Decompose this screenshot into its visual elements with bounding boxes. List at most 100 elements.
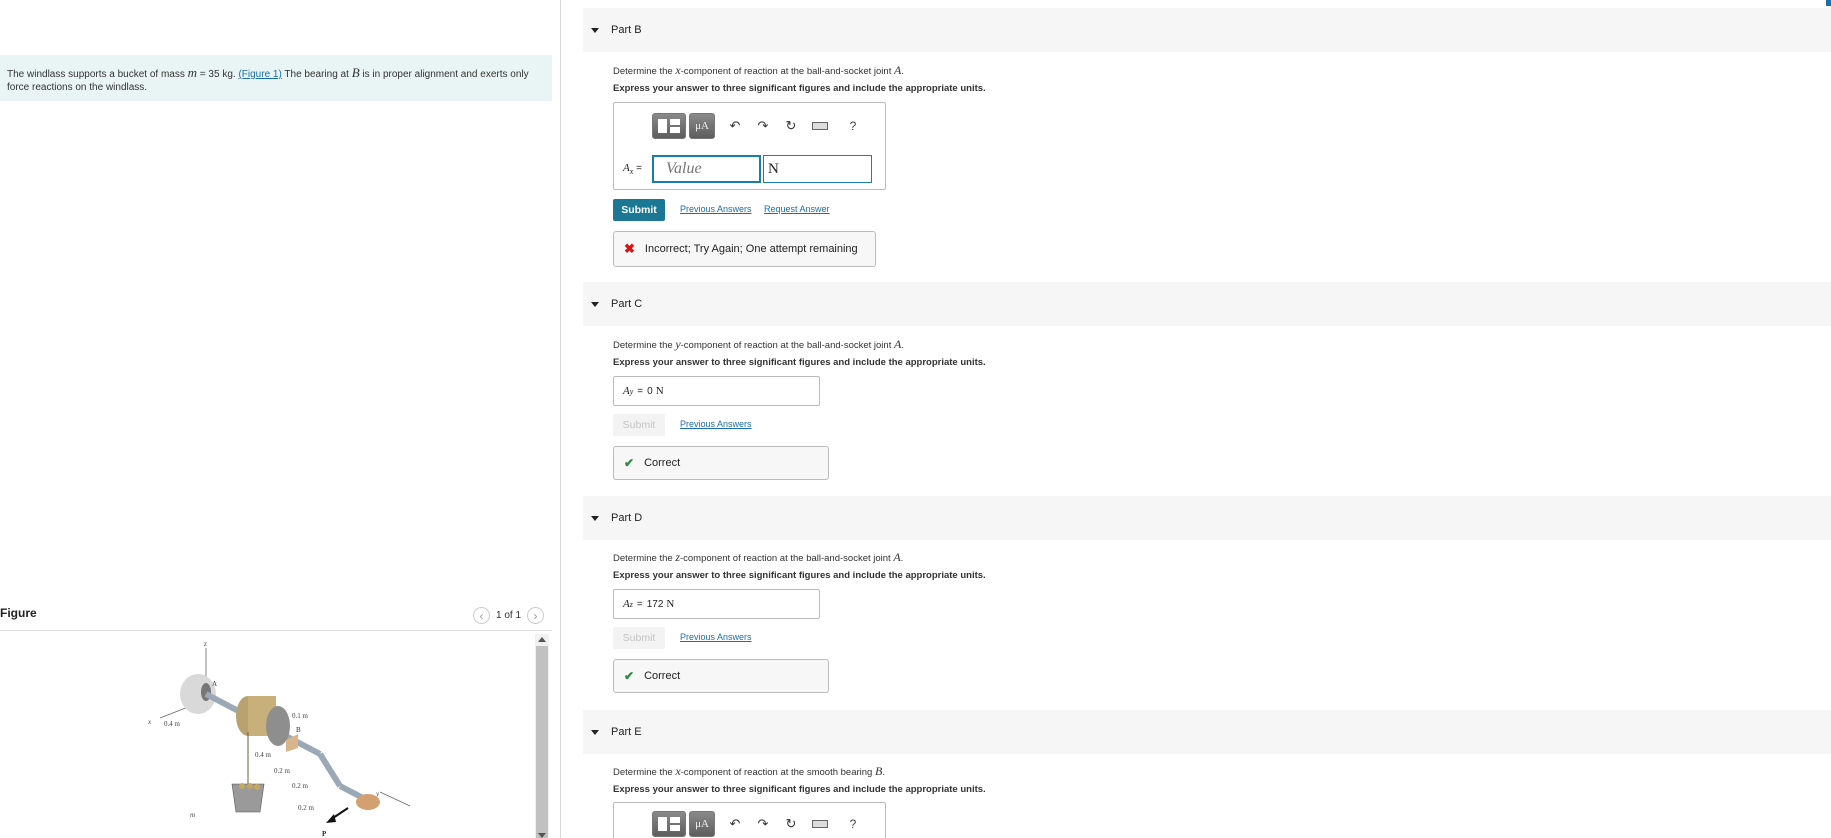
problem-text-2: The bearing at	[281, 69, 352, 80]
question-text: Determine the	[613, 340, 676, 351]
part-c-submit-button: Submit	[613, 414, 665, 436]
figure-link[interactable]: (Figure 1)	[238, 69, 281, 80]
bucket-content	[247, 783, 253, 789]
point-symbol: A	[893, 550, 901, 564]
part-b-submit-button[interactable]: Submit	[613, 199, 665, 221]
answer-value: 0	[647, 385, 653, 397]
part-b-question: Determine the x-component of reaction at…	[613, 63, 904, 78]
keyboard-icon[interactable]	[812, 820, 828, 828]
feedback-text: Correct	[644, 670, 681, 682]
redo-icon[interactable]: ↷	[752, 816, 774, 832]
pager-count: 1 of 1	[496, 610, 522, 621]
collapse-triangle-icon[interactable]	[591, 515, 599, 521]
dim-0.2m-b: 0.2 m	[292, 782, 309, 790]
dim-0.2m-c: 0.2 m	[298, 804, 315, 812]
part-b-header[interactable]: Part B	[583, 8, 1831, 52]
label-m: m	[190, 811, 195, 819]
part-c-header[interactable]: Part C	[583, 282, 1831, 326]
answer-value: 172	[646, 598, 664, 610]
keyboard-icon[interactable]	[812, 122, 828, 130]
help-button[interactable]: ?	[842, 817, 864, 831]
part-d-submit-button: Submit	[613, 627, 665, 649]
part-e-header[interactable]: Part E	[583, 710, 1831, 754]
question-text: .	[901, 66, 904, 77]
scroll-thumb[interactable]	[536, 646, 548, 838]
reset-icon[interactable]: ↻	[780, 118, 802, 134]
collapse-triangle-icon[interactable]	[591, 729, 599, 735]
math-toolbar: μA ↶ ↷ ↻ ?	[652, 113, 864, 139]
request-answer-link[interactable]: Request Answer	[764, 204, 830, 214]
question-text: .	[901, 340, 904, 351]
y-axis	[379, 791, 411, 807]
part-d-header[interactable]: Part D	[583, 496, 1831, 540]
incorrect-icon: ✖	[624, 241, 635, 256]
collapse-triangle-icon[interactable]	[591, 301, 599, 307]
collapse-triangle-icon[interactable]	[591, 27, 599, 33]
value-input[interactable]	[652, 155, 761, 183]
scroll-down-icon[interactable]	[538, 833, 546, 838]
problem-panel: The windlass supports a bucket of mass m…	[0, 0, 561, 838]
part-d-feedback: ✔ Correct	[613, 659, 829, 693]
dim-0.4m-a: 0.4 m	[164, 720, 181, 728]
undo-icon[interactable]: ↶	[724, 118, 746, 134]
bucket-content	[239, 783, 245, 789]
label-A: A	[212, 680, 217, 688]
var-subscript: z	[629, 599, 633, 609]
equals-sign: =	[637, 385, 644, 397]
var-symbol: A	[623, 598, 630, 610]
unit-input[interactable]	[763, 155, 872, 183]
var-subscript: y	[629, 386, 634, 396]
answer-variable: Ax =	[623, 162, 642, 176]
part-c-instruction: Express your answer to three significant…	[613, 357, 986, 368]
mu-a-button[interactable]: μA	[689, 113, 715, 139]
parts-panel: Part B Determine the x-component of reac…	[562, 0, 1831, 838]
part-b-feedback: ✖ Incorrect; Try Again; One attempt rema…	[613, 231, 876, 267]
dim-0.2m-a: 0.2 m	[274, 767, 291, 775]
x-axis-label: x	[147, 718, 152, 726]
part-e-title: Part E	[611, 726, 642, 738]
crank-arm	[317, 752, 343, 788]
question-text: Determine the	[613, 553, 676, 564]
part-d-instruction: Express your answer to three significant…	[613, 570, 986, 581]
part-b-title: Part B	[611, 24, 642, 36]
feedback-text: Incorrect; Try Again; One attempt remain…	[644, 243, 858, 255]
answer-unit: N	[655, 385, 664, 397]
z-axis-label: z	[203, 640, 207, 648]
part-c-feedback: ✔ Correct	[613, 446, 829, 480]
problem-statement: The windlass supports a bucket of mass m…	[0, 55, 552, 101]
chevron-left-icon[interactable]: ‹	[473, 607, 490, 624]
mass-value: = 35 kg.	[197, 69, 239, 80]
label-P: P	[322, 830, 327, 838]
label-B: B	[296, 726, 301, 734]
check-icon: ✔	[624, 669, 635, 683]
var-symbol: A	[623, 385, 630, 397]
redo-icon[interactable]: ↷	[752, 118, 774, 134]
part-d-title: Part D	[611, 512, 643, 524]
undo-icon[interactable]: ↶	[724, 816, 746, 832]
question-text: -component of reaction at the smooth bea…	[680, 767, 875, 778]
scroll-up-icon[interactable]	[538, 637, 546, 642]
dim-0.4m-b: 0.4 m	[255, 751, 272, 759]
reset-icon[interactable]: ↻	[780, 816, 802, 832]
part-e-instruction: Express your answer to three significant…	[613, 784, 986, 795]
previous-answers-link[interactable]: Previous Answers	[680, 632, 752, 642]
previous-answers-link[interactable]: Previous Answers	[680, 419, 752, 429]
template-icon[interactable]	[652, 811, 686, 837]
part-c-answer: Ay = 0 N	[613, 376, 820, 406]
question-text: -component of reaction at the ball-and-s…	[680, 66, 894, 77]
answer-unit: N	[666, 598, 675, 610]
dim-0.1m: 0.1 m	[292, 712, 309, 720]
mass-symbol: m	[187, 65, 198, 80]
part-b-instruction: Express your answer to three significant…	[613, 83, 986, 94]
question-text: Determine the	[613, 66, 676, 77]
math-toolbar: μA ↶ ↷ ↻ ?	[652, 811, 864, 837]
chevron-right-icon[interactable]: ›	[527, 607, 545, 624]
help-button[interactable]: ?	[842, 119, 864, 133]
template-icon[interactable]	[652, 113, 686, 139]
figure-scrollbar[interactable]	[535, 634, 549, 838]
question-text: -component of reaction at the ball-and-s…	[679, 553, 894, 564]
windlass-figure: z x y A m B P 0.4 m 0.4 m 0.1 m 0.2 m 0.…	[147, 640, 411, 838]
previous-answers-link[interactable]: Previous Answers	[680, 204, 752, 214]
equals-sign: =	[636, 598, 643, 610]
mu-a-button[interactable]: μA	[689, 811, 715, 837]
